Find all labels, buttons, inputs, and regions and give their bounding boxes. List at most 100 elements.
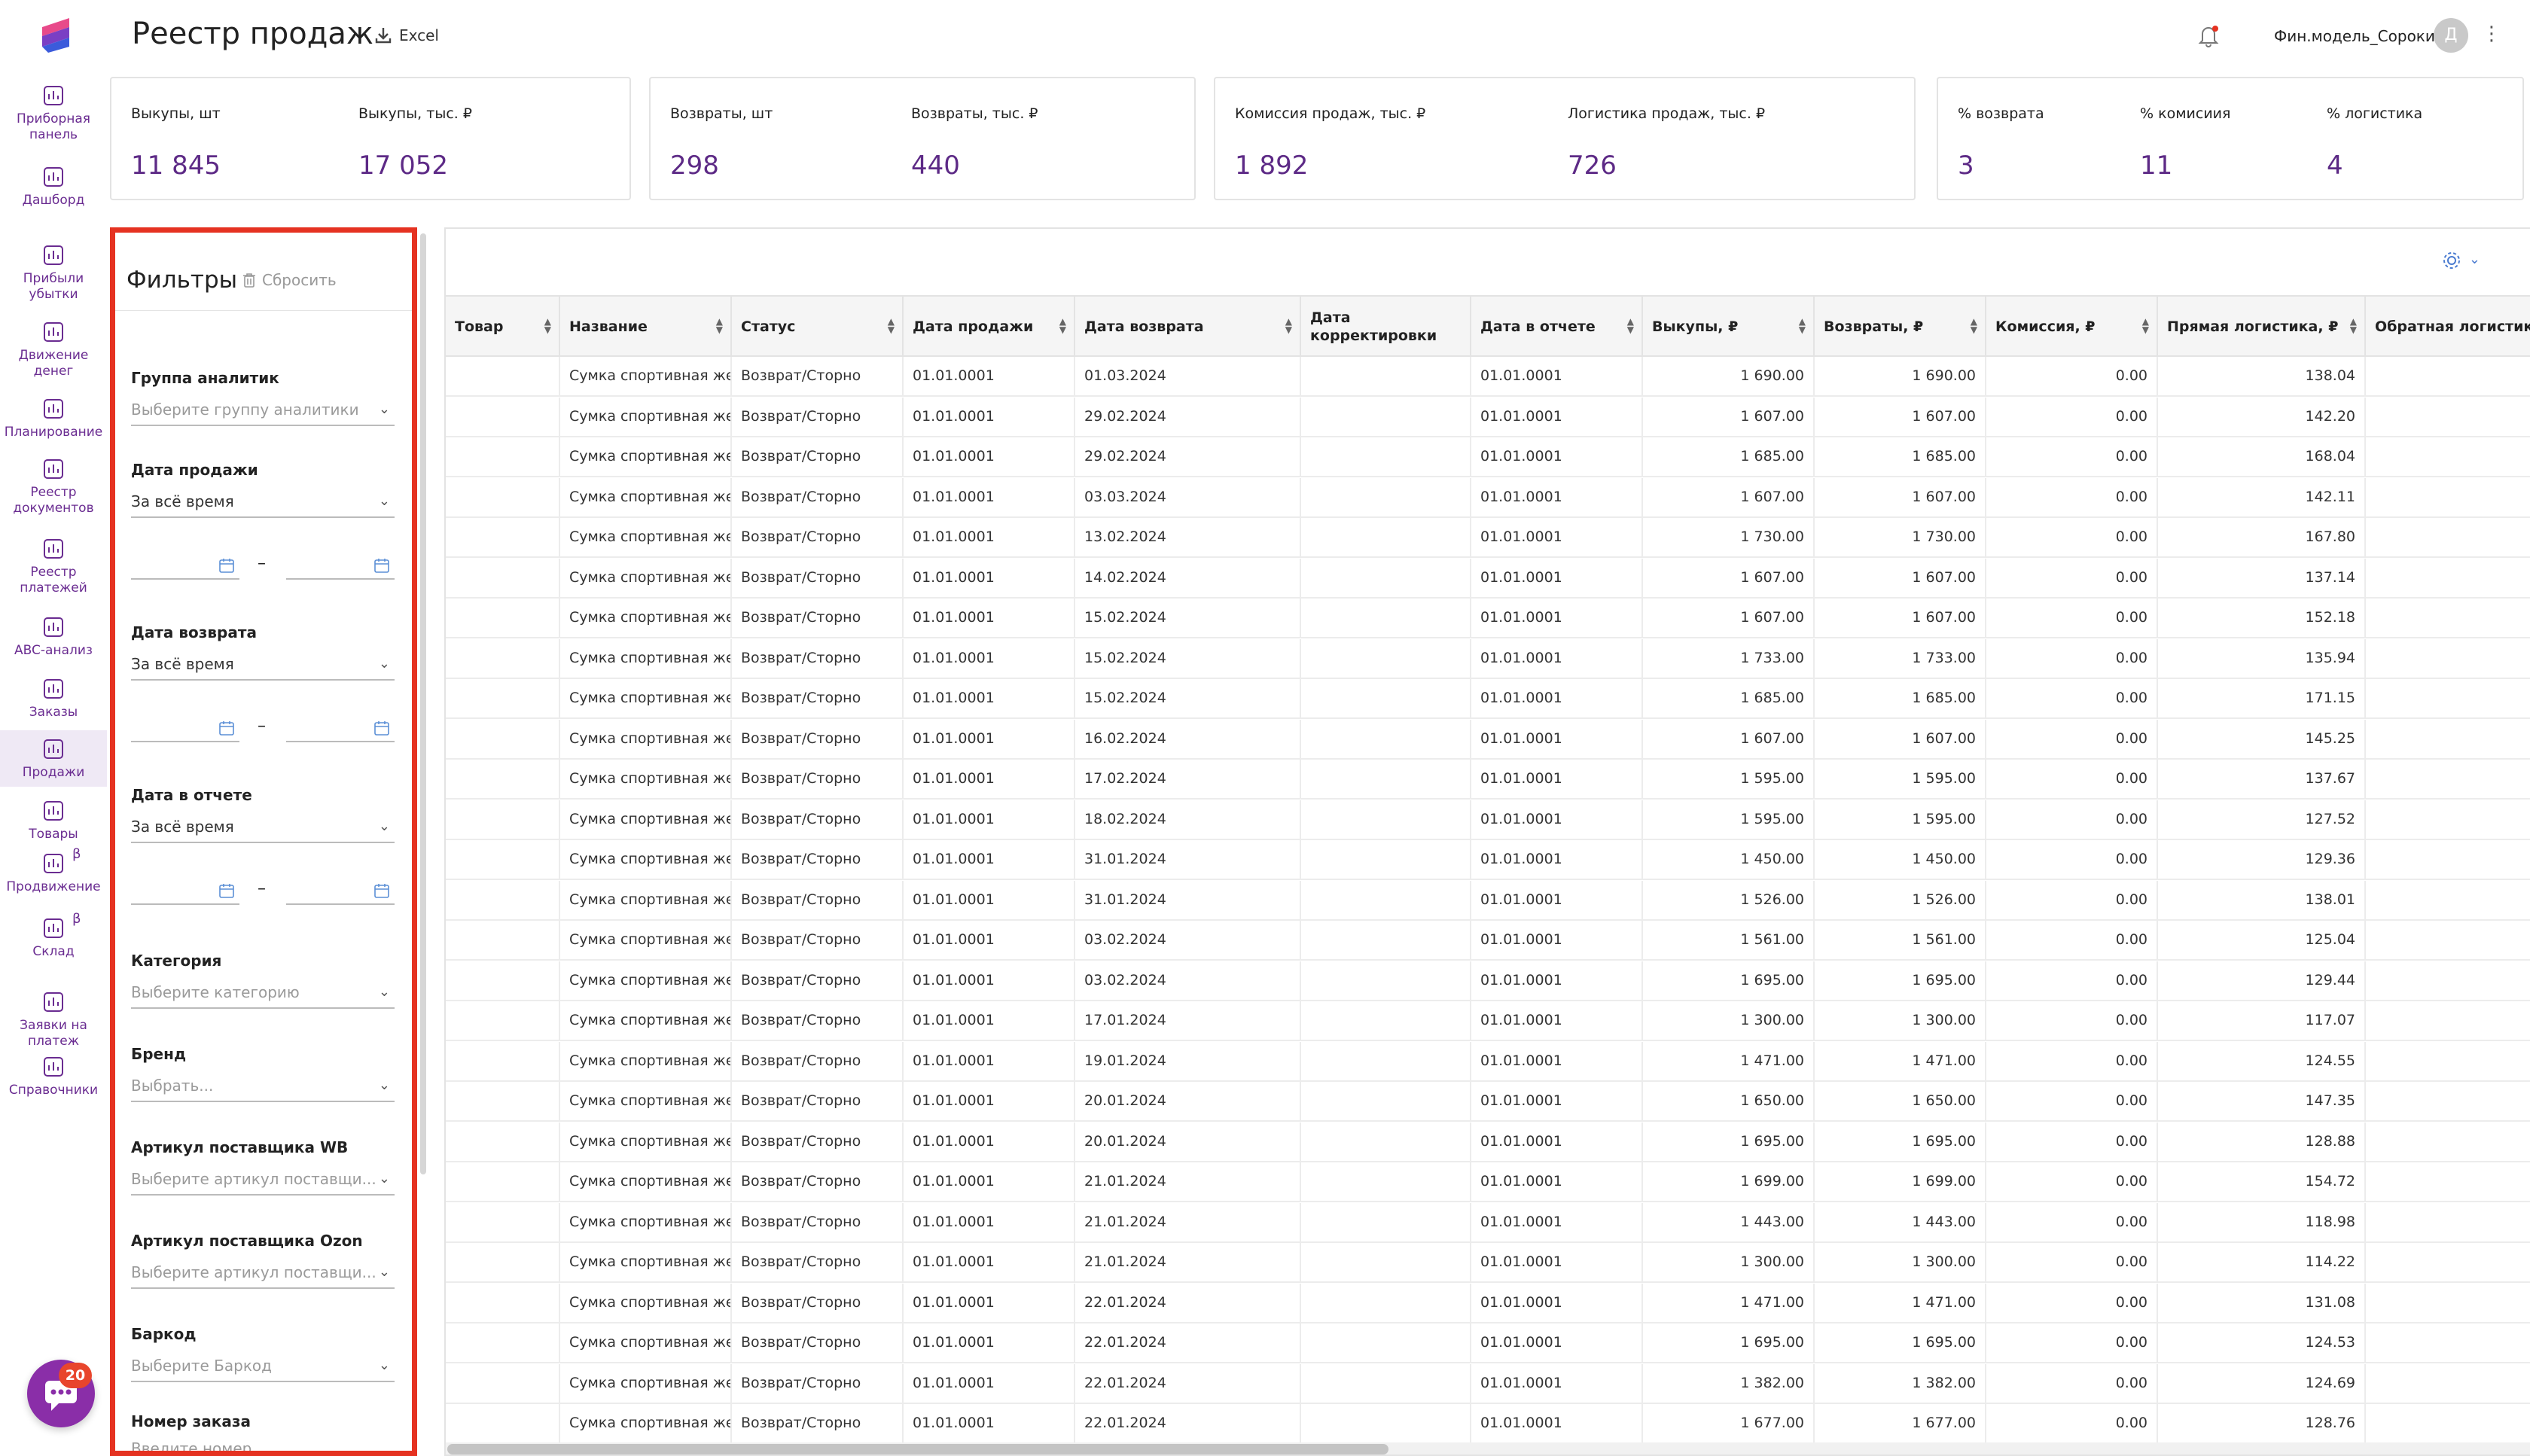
sort-icon[interactable]: ▲ ▼ [1971,317,1977,334]
calendar-icon[interactable] [218,557,235,574]
sidebar-item[interactable]: ABC-анализ [0,608,107,665]
calendar-icon[interactable] [218,882,235,899]
sidebar-item[interactable]: Прибыли убытки [0,236,107,309]
return-date-to-input[interactable] [286,715,395,742]
column-header[interactable]: Название ▲ ▼ [560,297,732,357]
column-header[interactable]: Комиссия, ₽ ▲ ▼ [1986,297,2158,357]
sidebar-item[interactable]: Дашборд [0,158,107,215]
table-row[interactable]: Сумка спортивная же Возврат/Сторно 01.01.0… [446,1082,2530,1122]
article-wb-select[interactable]: Выберите артикул поставщи... ⌄ [131,1162,395,1196]
sidebar-item[interactable]: Движение денег [0,313,107,385]
table-row[interactable]: Сумка спортивная же Возврат/Сторно 01.01.0… [446,437,2530,477]
reset-filters-button[interactable]: Сбросить [242,271,337,289]
table-row[interactable]: Сумка спортивная же Возврат/Сторно 01.01.0… [446,1323,2530,1363]
analytics-group-select[interactable]: Выберите группу аналитики ⌄ [131,393,395,426]
column-header[interactable]: Дата продажи ▲ ▼ [904,297,1075,357]
return-date-from-input[interactable] [131,715,239,742]
calendar-icon[interactable] [373,557,390,574]
order-number-input[interactable]: Введите номер [131,1432,395,1456]
app-logo-icon[interactable] [39,17,72,54]
excel-export-button[interactable]: Excel [373,26,439,45]
column-header[interactable]: Обратная логистика [2366,297,2530,357]
sort-icon[interactable]: ▲ ▼ [1799,317,1806,334]
calendar-icon[interactable] [218,720,235,736]
table-row[interactable]: Сумка спортивная же Возврат/Сторно 01.01.0… [446,1122,2530,1162]
table-settings-gear-icon[interactable] [2441,250,2462,271]
sidebar-item[interactable]: Заказы [0,670,107,726]
table-row[interactable]: Сумка спортивная же Возврат/Сторно 01.01.0… [446,921,2530,961]
table-row[interactable]: Сумка спортивная же Возврат/Сторно 01.01.0… [446,840,2530,880]
sidebar-item[interactable]: Заявки на платеж [0,983,107,1055]
table-row[interactable]: Сумка спортивная же Возврат/Сторно 01.01.0… [446,679,2530,719]
table-row[interactable]: Сумка спортивная же Возврат/Сторно 01.01.0… [446,1404,2530,1444]
sidebar-item[interactable]: Справочники [0,1048,107,1104]
table-row[interactable]: Сумка спортивная же Возврат/Сторно 01.01.0… [446,881,2530,921]
table-row[interactable]: Сумка спортивная же Возврат/Сторно 01.01.0… [446,760,2530,800]
table-row[interactable]: Сумка спортивная же Возврат/Сторно 01.01.0… [446,639,2530,679]
column-header[interactable]: Статус ▲ ▼ [732,297,904,357]
column-header[interactable]: Товар ▲ ▼ [446,297,560,357]
notifications-bell-icon[interactable] [2196,23,2221,48]
sidebar-item[interactable]: Товары [0,792,107,848]
table-row[interactable]: Сумка спортивная же Возврат/Сторно 01.01.0… [446,1042,2530,1082]
table-row[interactable]: Сумка спортивная же Возврат/Сторно 01.01.0… [446,1364,2530,1404]
chevron-down-icon[interactable]: ⌄ [2469,251,2480,267]
report-date-from-input[interactable] [131,878,239,905]
table-row[interactable]: Сумка спортивная же Возврат/Сторно 01.01.0… [446,518,2530,558]
sort-icon[interactable]: ▲ ▼ [1285,317,1292,334]
sale-date-select[interactable]: За всё время ⌄ [131,485,395,518]
sort-icon[interactable]: ▲ ▼ [716,317,723,334]
column-header[interactable]: Дата корректировки [1301,297,1471,357]
barcode-select[interactable]: Выберите Баркод ⌄ [131,1349,395,1382]
sort-icon[interactable]: ▲ ▼ [2350,317,2357,334]
calendar-icon[interactable] [373,882,390,899]
sidebar-item[interactable]: β Склад [0,909,107,966]
sort-icon[interactable]: ▲ ▼ [1627,317,1634,334]
avatar[interactable]: Д [2434,18,2468,53]
sort-icon[interactable]: ▲ ▼ [1059,317,1066,334]
return-date-select[interactable]: За всё время ⌄ [131,647,395,681]
sidebar-item[interactable]: Продажи [0,730,107,787]
column-header[interactable]: Дата в отчете ▲ ▼ [1471,297,1643,357]
column-header[interactable]: Выкупы, ₽ ▲ ▼ [1643,297,1815,357]
table-row[interactable]: Сумка спортивная же Возврат/Сторно 01.01.0… [446,1284,2530,1323]
article-ozon-select[interactable]: Выберите артикул поставщи... ⌄ [131,1256,395,1289]
table-row[interactable]: Сумка спортивная же Возврат/Сторно 01.01.0… [446,1162,2530,1202]
sort-icon[interactable]: ▲ ▼ [2142,317,2149,334]
table-row[interactable]: Сумка спортивная же Возврат/Сторно 01.01.0… [446,1243,2530,1283]
report-date-to-input[interactable] [286,878,395,905]
column-header[interactable]: Возвраты, ₽ ▲ ▼ [1815,297,1986,357]
sidebar-item[interactable]: Реестр платежей [0,530,107,602]
category-select[interactable]: Выберите категорию ⌄ [131,976,395,1009]
sidebar-item[interactable]: Планирование [0,390,107,446]
brand-select[interactable]: Выбрать... ⌄ [131,1069,395,1102]
table-row[interactable]: Сумка спортивная же Возврат/Сторно 01.01.0… [446,398,2530,437]
sort-icon[interactable]: ▲ ▼ [888,317,895,334]
table-row[interactable]: Сумка спортивная же Возврат/Сторно 01.01.0… [446,559,2530,599]
sort-icon[interactable]: ▲ ▼ [544,317,551,334]
sidebar-item[interactable]: Приборная панель [0,77,107,149]
table-row[interactable]: Сумка спортивная же Возврат/Сторно 01.01.0… [446,1001,2530,1041]
table-row[interactable]: Сумка спортивная же Возврат/Сторно 01.01.0… [446,720,2530,760]
sidebar-item[interactable]: β Продвижение [0,845,107,901]
table-cell: 1 677.00 [1815,1404,1986,1442]
table-row[interactable]: Сумка спортивная же Возврат/Сторно 01.01.0… [446,599,2530,638]
column-header[interactable]: Прямая логистика, ₽ ▲ ▼ [2158,297,2366,357]
filters-scrollbar[interactable] [420,233,426,1174]
table-cell: Возврат/Сторно [732,1243,904,1281]
calendar-icon[interactable] [373,720,390,736]
sale-date-to-input[interactable] [286,553,395,580]
table-hscroll-thumb[interactable] [447,1444,1388,1454]
sidebar-item[interactable]: Реестр документов [0,450,107,522]
table-row[interactable]: Сумка спортивная же Возврат/Сторно 01.01.0… [446,800,2530,840]
table-row[interactable]: Сумка спортивная же Возврат/Сторно 01.01.0… [446,961,2530,1001]
column-header[interactable]: Дата возврата ▲ ▼ [1075,297,1301,357]
table-row[interactable]: Сумка спортивная же Возврат/Сторно 01.01.0… [446,357,2530,397]
table-row[interactable]: Сумка спортивная же Возврат/Сторно 01.01.0… [446,478,2530,518]
table-row[interactable]: Сумка спортивная же Возврат/Сторно 01.01.0… [446,1203,2530,1243]
sale-date-from-input[interactable] [131,553,239,580]
more-menu-icon[interactable]: ⋮ [2482,23,2501,45]
report-date-select[interactable]: За всё время ⌄ [131,810,395,843]
table-cell: 01.01.0001 [1471,1203,1643,1241]
account-name[interactable]: Фин.модель_Сороки... [2274,27,2449,45]
